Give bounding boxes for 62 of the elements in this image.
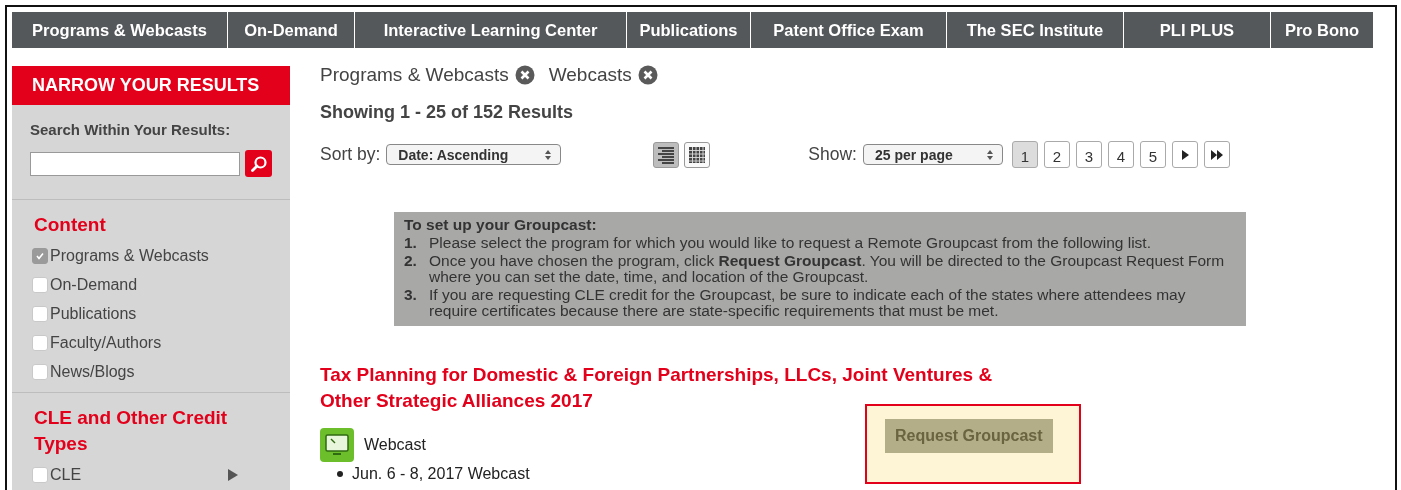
page-button[interactable]: 1 [1011, 141, 1038, 168]
nav-tab[interactable]: Patent Office Exam [751, 12, 946, 48]
checkbox[interactable] [32, 466, 48, 483]
expand-arrow-icon[interactable] [227, 468, 238, 481]
per-page-select[interactable]: 25 per page [862, 144, 1003, 165]
filter-tag: Programs & Webcasts [320, 64, 509, 86]
search-label: Search Within Your Results: [30, 121, 232, 138]
page-button[interactable]: 2 [1043, 141, 1070, 168]
sort-select[interactable]: Date: Ascending [386, 144, 562, 165]
page-button[interactable]: 5 [1139, 141, 1166, 168]
result-title[interactable]: Tax Planning for Domestic & Foreign Partnerships, LLCs, Joint Ventures & Other Strategic Alliances 2017 [320, 362, 1020, 414]
close-icon[interactable] [514, 65, 535, 85]
nav-tab[interactable]: Interactive Learning Center [355, 12, 626, 48]
last-page-button[interactable] [1203, 141, 1230, 168]
bullet-icon [337, 471, 343, 477]
filter-option[interactable]: On-Demand [50, 275, 138, 294]
step-text: If you are requesting CLE credit for the Groupcast, be sure to indicate each of the states where attendees may require certificates because there are state-specific requirements that must be met. [429, 287, 1187, 319]
checkbox[interactable] [32, 276, 48, 293]
page-button[interactable]: 4 [1107, 141, 1134, 168]
next-page-button[interactable] [1171, 141, 1198, 168]
close-icon[interactable] [637, 65, 658, 85]
checkbox[interactable] [32, 334, 48, 351]
filter-tag: Webcasts [548, 64, 632, 86]
section-title: CLE and Other Credit Types [34, 406, 229, 456]
show-label: Show: [808, 144, 857, 165]
filter-option[interactable]: CLE [50, 465, 82, 484]
checkbox[interactable] [32, 305, 48, 322]
nav-tab[interactable]: Programs & Webcasts [12, 12, 227, 48]
filter-option[interactable]: Faculty/Authors [50, 333, 162, 352]
stepper-icon [985, 148, 994, 161]
list-view-icon[interactable] [653, 141, 680, 168]
date-text: Jun. 6 - 8, 2017 Webcast [352, 465, 530, 483]
filter-option[interactable]: News/Blogs [50, 362, 135, 381]
instructions-title: To set up your Groupcast: [404, 217, 598, 233]
filter-option[interactable]: Programs & Webcasts [50, 246, 209, 265]
step-text: Please select the program for which you would like to request a Remote Groupcast from the following list. [429, 235, 1152, 251]
nav-tab[interactable]: On-Demand [228, 12, 354, 48]
checkbox[interactable] [32, 247, 48, 264]
filter-option[interactable]: Publications [50, 304, 137, 323]
step-number: 1. [404, 235, 418, 251]
search-field[interactable] [30, 151, 240, 176]
check-icon [35, 250, 45, 261]
monitor-icon [320, 428, 354, 462]
nav-tab[interactable]: Publications [627, 12, 750, 48]
page-button[interactable]: 3 [1075, 141, 1102, 168]
section-title: Content [34, 213, 107, 237]
checkbox[interactable] [32, 363, 48, 380]
sidebar-header: NARROW YOUR RESULTS [12, 66, 290, 105]
search-button[interactable] [245, 150, 272, 177]
search-icon [249, 154, 268, 173]
step-number: 3. [404, 287, 418, 305]
step-text: Once you have chosen the program, click Request Groupcast. You will be directed to the Groupcast Request Form where you can set the date, time, and location of the Groupcast. [429, 253, 1226, 285]
format-label: Webcast [364, 436, 426, 454]
stepper-icon [544, 148, 553, 161]
fast-forward-icon [1209, 147, 1224, 162]
results-count: Showing 1 - 25 of 152 Results [320, 102, 575, 123]
step-number: 2. [404, 253, 418, 271]
grid-view-icon[interactable] [684, 141, 711, 168]
nav-tab[interactable]: Pro Bono [1271, 12, 1373, 48]
sort-label: Sort by: [320, 144, 381, 165]
nav-tab[interactable]: PLI PLUS [1124, 12, 1270, 48]
nav-tab[interactable]: The SEC Institute [947, 12, 1123, 48]
